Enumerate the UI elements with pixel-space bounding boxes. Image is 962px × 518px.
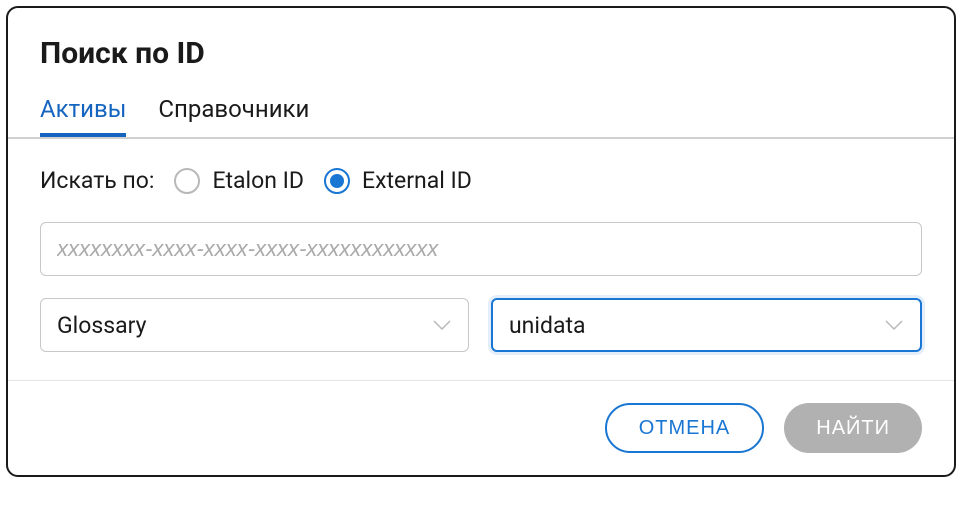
dialog-header: Поиск по ID Активы Справочники xyxy=(8,8,954,137)
radio-icon xyxy=(174,168,200,194)
radio-icon xyxy=(324,168,350,194)
radio-label-external: External ID xyxy=(362,167,472,194)
chevron-down-icon xyxy=(432,319,452,331)
tabs-bar: Активы Справочники xyxy=(40,95,922,137)
radio-etalon-id[interactable]: Etalon ID xyxy=(174,167,304,194)
selects-row: Glossary unidata xyxy=(40,298,922,352)
dialog-body: Искать по: Etalon ID External ID Glossar… xyxy=(8,139,954,380)
id-input[interactable] xyxy=(40,222,922,276)
entity-select[interactable]: Glossary xyxy=(40,298,469,352)
radio-external-id[interactable]: External ID xyxy=(324,167,472,194)
source-select[interactable]: unidata xyxy=(491,298,922,352)
entity-select-value: Glossary xyxy=(57,312,147,339)
chevron-down-icon xyxy=(884,319,904,331)
source-select-value: unidata xyxy=(509,312,586,339)
search-by-row: Искать по: Etalon ID External ID xyxy=(40,167,922,194)
submit-button[interactable]: НАЙТИ xyxy=(784,403,922,453)
radio-label-etalon: Etalon ID xyxy=(212,167,304,194)
dialog-footer: ОТМЕНА НАЙТИ xyxy=(8,380,954,475)
dialog-title: Поиск по ID xyxy=(40,36,922,71)
cancel-button[interactable]: ОТМЕНА xyxy=(605,403,765,453)
tab-assets[interactable]: Активы xyxy=(40,95,126,137)
tab-catalogs[interactable]: Справочники xyxy=(158,95,309,137)
search-by-id-dialog: Поиск по ID Активы Справочники Искать по… xyxy=(6,6,956,477)
search-by-label: Искать по: xyxy=(40,167,154,194)
